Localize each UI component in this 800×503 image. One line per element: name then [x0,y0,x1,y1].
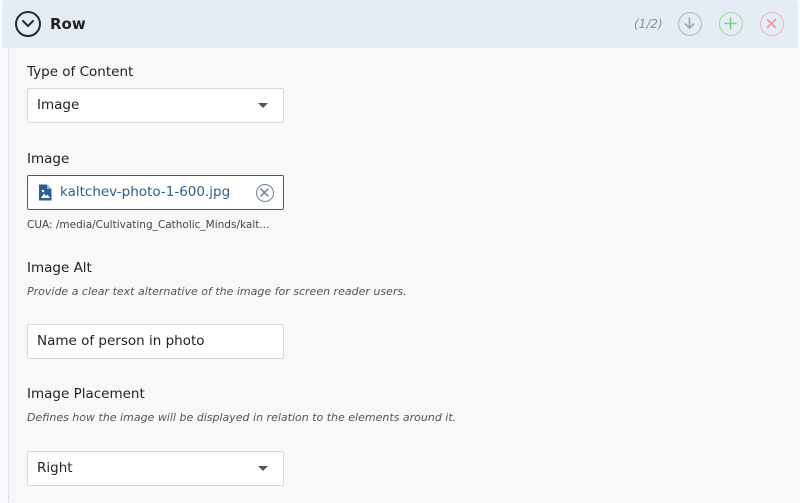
close-icon [766,18,777,29]
content-type-value: Image [37,97,80,113]
close-circle-icon [260,188,269,197]
image-filename: kaltchev-photo-1-600.jpg [60,184,231,200]
image-alt-input[interactable]: Name of person in photo [27,324,284,359]
move-down-button[interactable] [678,12,702,36]
page: Row (1/2) Type of Content Image Image ka… [0,0,800,503]
chevron-down-icon [22,20,34,27]
content-type-label: Type of Content [27,64,134,80]
row-header: Row (1/2) [2,0,798,48]
content-type-select[interactable]: Image [27,88,284,123]
image-placement-value: Right [37,460,73,476]
image-alt-help: Provide a clear text alternative of the … [27,285,407,298]
image-alt-label: Image Alt [27,260,92,276]
image-placement-label: Image Placement [27,386,145,402]
caret-down-icon [258,466,268,471]
row-title: Row [50,15,86,33]
add-row-button[interactable] [719,12,743,36]
image-file-field[interactable]: kaltchev-photo-1-600.jpg [27,175,284,210]
image-label: Image [27,151,70,167]
row-counter: (1/2) [634,17,663,31]
image-placement-select[interactable]: Right [27,451,284,486]
caret-down-icon [258,103,268,108]
arrow-down-icon [684,17,695,29]
image-alt-value: Name of person in photo [37,333,205,349]
image-path: CUA: /media/Cultivating_Catholic_Minds/k… [27,219,270,231]
image-file-icon [39,184,52,201]
clear-image-button[interactable] [256,184,274,202]
remove-row-button[interactable] [760,12,784,36]
image-placement-help: Defines how the image will be displayed … [27,411,457,424]
plus-icon [724,17,737,30]
row-body: Type of Content Image Image kaltchev-pho… [8,48,799,503]
collapse-button[interactable] [15,11,41,37]
